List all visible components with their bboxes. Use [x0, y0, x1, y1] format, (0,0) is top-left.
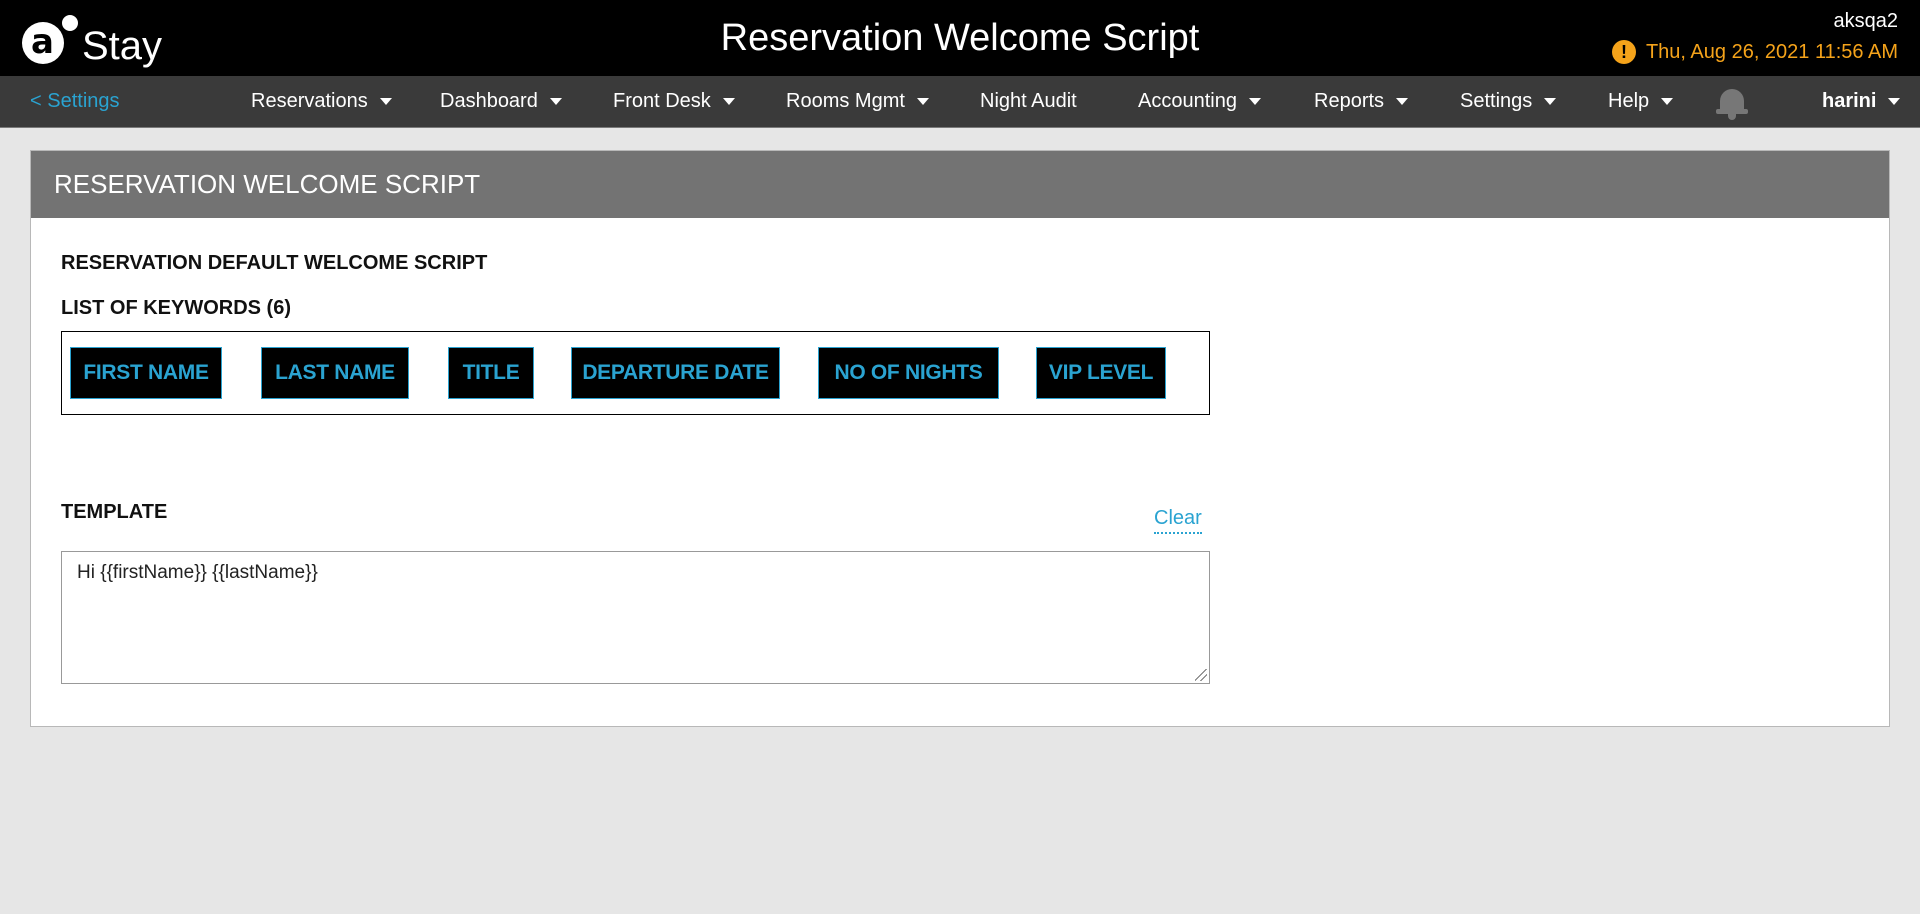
user-menu[interactable]: harini	[1822, 90, 1901, 113]
caret-down-icon	[379, 98, 392, 105]
template-text: Hi {{firstName}} {{lastName}}	[77, 562, 318, 583]
nav-settings[interactable]: Settings	[1460, 90, 1557, 113]
template-textarea[interactable]: Hi {{firstName}} {{lastName}}	[61, 551, 1210, 684]
nav-label: Rooms Mgmt	[786, 90, 905, 112]
notification-bell-icon[interactable]	[1716, 85, 1748, 121]
nav-label: Dashboard	[440, 90, 538, 112]
top-bar: a Stay Reservation Welcome Script aksqa2…	[0, 0, 1920, 76]
nav-rooms-mgmt[interactable]: Rooms Mgmt	[786, 90, 929, 113]
warning-icon[interactable]: !	[1611, 40, 1636, 64]
default-script-heading: RESERVATION DEFAULT WELCOME SCRIPT	[61, 252, 488, 274]
nav-label: Front Desk	[613, 90, 711, 112]
bell-clapper	[1728, 114, 1736, 120]
nav-label: Settings	[1460, 90, 1533, 112]
nav-reservations[interactable]: Reservations	[251, 90, 392, 113]
nav-front-desk[interactable]: Front Desk	[613, 90, 735, 113]
caret-down-icon	[722, 98, 735, 105]
keyword-first-name[interactable]: FIRST NAME	[70, 347, 222, 399]
nav-reports[interactable]: Reports	[1314, 90, 1409, 113]
keyword-vip-level[interactable]: VIP LEVEL	[1036, 347, 1166, 399]
caret-down-icon	[1544, 98, 1557, 105]
nav-label: Reservations	[251, 90, 368, 112]
property-code: aksqa2	[1833, 10, 1899, 32]
caret-down-icon	[1661, 98, 1674, 105]
nav-accounting[interactable]: Accounting	[1138, 90, 1261, 113]
back-to-settings-link[interactable]: < Settings	[30, 90, 120, 113]
clear-template-link[interactable]: Clear	[1154, 507, 1202, 534]
panel-title: RESERVATION WELCOME SCRIPT	[31, 151, 1889, 218]
keyword-last-name[interactable]: LAST NAME	[261, 347, 409, 399]
caret-down-icon	[916, 98, 929, 105]
caret-down-icon	[549, 98, 562, 105]
main-nav: < Settings Reservations Dashboard Front …	[0, 76, 1920, 128]
nav-help[interactable]: Help	[1608, 90, 1674, 113]
resize-handle-icon[interactable]	[1195, 669, 1207, 681]
template-heading: TEMPLATE	[61, 501, 168, 523]
nav-label: Night Audit	[980, 90, 1077, 112]
keywords-list: FIRST NAME LAST NAME TITLE DEPARTURE DAT…	[61, 331, 1210, 415]
nav-label: Accounting	[1138, 90, 1237, 112]
date-time-text: Thu, Aug 26, 2021 11:56 AM	[1645, 40, 1898, 63]
keyword-title[interactable]: TITLE	[448, 347, 534, 399]
caret-down-icon	[1396, 98, 1409, 105]
caret-down-icon	[1888, 98, 1901, 105]
nav-night-audit[interactable]: Night Audit	[980, 90, 1077, 113]
nav-label: Help	[1608, 90, 1650, 112]
keyword-departure-date[interactable]: DEPARTURE DATE	[571, 347, 780, 399]
keywords-heading: LIST OF KEYWORDS (6)	[61, 297, 291, 319]
keyword-no-of-nights[interactable]: NO OF NIGHTS	[818, 347, 999, 399]
nav-label: Reports	[1314, 90, 1385, 112]
date-time-display: ! Thu, Aug 26, 2021 11:56 AM	[1611, 40, 1898, 64]
nav-dashboard[interactable]: Dashboard	[440, 90, 562, 113]
welcome-script-panel: RESERVATION WELCOME SCRIPT RESERVATION D…	[30, 150, 1890, 727]
user-name: harini	[1822, 90, 1877, 112]
caret-down-icon	[1248, 98, 1261, 105]
